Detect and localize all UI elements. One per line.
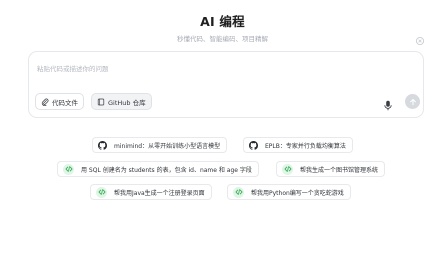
github-icon — [98, 140, 107, 150]
repo-icon — [97, 98, 105, 105]
code-icon — [63, 163, 74, 175]
code-icon — [96, 186, 107, 198]
code-file-label: 代码文件 — [52, 98, 78, 107]
code-file-button[interactable]: 代码文件 — [35, 93, 84, 110]
github-icon — [249, 140, 258, 150]
github-repo-button[interactable]: GitHub 仓库 — [91, 93, 152, 110]
prompt-input[interactable]: 粘贴代码或描述你的问题 — [37, 63, 109, 73]
suggestion-label: 帮我用Python编写一个贪吃蛇游戏 — [251, 189, 344, 197]
github-repo-label: GitHub 仓库 — [108, 98, 146, 107]
suggestion-label: minimind：从零开始训练小型语言模型 — [114, 142, 221, 150]
suggestion-label: 用 SQL 创建名为 students 的表，包含 id、name 和 age … — [81, 166, 252, 174]
close-icon[interactable] — [415, 31, 425, 46]
suggestion-chip[interactable]: 帮我用Python编写一个贪吃蛇游戏 — [227, 184, 351, 200]
suggestion-chip[interactable]: 帮我生成一个图书馆管理系统 — [276, 161, 386, 177]
suggestion-label: EPLB：专家并行负载均衡算法 — [265, 142, 346, 150]
suggestion-chip[interactable]: 用 SQL 创建名为 students 的表，包含 id、name 和 age … — [57, 161, 259, 177]
arrow-up-icon — [409, 98, 416, 105]
page-title: AI 编程 — [200, 14, 245, 29]
suggestion-chip[interactable]: minimind：从零开始训练小型语言模型 — [92, 137, 228, 153]
suggestion-label: 帮我生成一个图书馆管理系统 — [300, 166, 379, 174]
suggestion-chip[interactable]: 帮我用Java生成一个注册登录页面 — [90, 184, 212, 200]
attachment-icon — [41, 98, 49, 106]
send-button[interactable] — [405, 94, 420, 109]
code-icon — [233, 186, 244, 198]
microphone-icon[interactable] — [383, 96, 393, 111]
page-subtitle: 秒懂代码、智能编码、项目精解 — [177, 35, 268, 43]
prompt-input-card[interactable]: 粘贴代码或描述你的问题 代码文件 GitHub 仓库 — [28, 51, 424, 118]
suggestion-label: 帮我用Java生成一个注册登录页面 — [114, 189, 205, 197]
suggestion-chip[interactable]: EPLB：专家并行负载均衡算法 — [243, 137, 353, 153]
code-icon — [282, 163, 293, 175]
